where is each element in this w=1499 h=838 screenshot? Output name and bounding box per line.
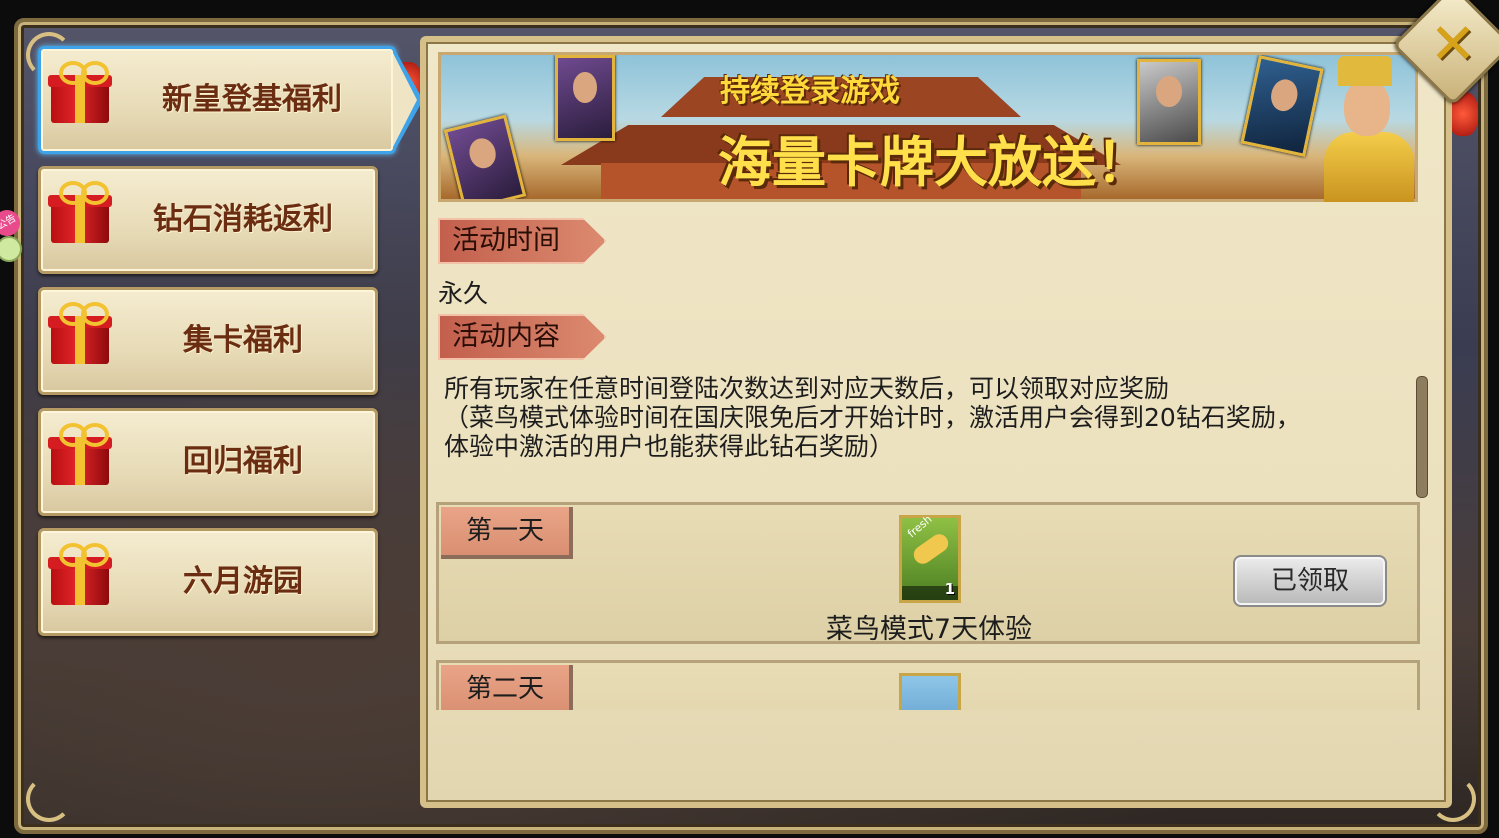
day-label: 第二天 <box>441 665 573 710</box>
hero-card-image <box>1240 55 1324 157</box>
reward-item-icon[interactable] <box>899 673 961 710</box>
item-fresh-badge: fresh <box>905 512 935 541</box>
description-line: 所有玩家在任意时间登陆次数达到对应天数后，可以领取对应奖励 <box>444 374 1170 403</box>
reward-item-name: 菜鸟模式7天体验 <box>825 614 1033 645</box>
rookie-mode-scroll-icon[interactable]: fresh 1 <box>899 512 961 603</box>
tab-diamond-rebate[interactable]: 钻石消耗返利 <box>38 166 378 274</box>
gift-box-icon <box>48 181 112 243</box>
close-icon: ✕ <box>1429 11 1477 77</box>
description-scrollbar[interactable] <box>1416 376 1428 498</box>
description-line: 体验中激活的用户也能获得此钻石奖励） <box>444 432 895 461</box>
banner-title: 海量卡牌大放送！ <box>718 131 1150 194</box>
hero-card-image <box>443 114 527 199</box>
tab-card-collect[interactable]: 集卡福利 <box>38 287 378 395</box>
notice-button[interactable]: 公告 <box>0 205 25 266</box>
description-line: （菜鸟模式体验时间在国庆限免后才开始计时，激活用户会得到20钻石奖励， <box>444 403 1301 432</box>
item-count: 1 <box>944 580 955 598</box>
tab-label: 钻石消耗返利 <box>153 202 333 237</box>
gift-box-icon <box>48 543 112 605</box>
activity-time-label: 活动时间 <box>438 218 606 264</box>
reward-list[interactable]: 第一天 fresh 1 菜鸟模式7天体验 已领取 第二天 <box>436 500 1422 710</box>
tab-new-emperor-welfare[interactable]: 新皇登基福利 <box>38 46 423 154</box>
activity-time-value: 永久 <box>438 279 489 308</box>
frame-corner-ornament <box>26 776 72 822</box>
gift-box-icon <box>48 302 112 364</box>
activity-content-label: 活动内容 <box>438 314 606 360</box>
tab-june-garden[interactable]: 六月游园 <box>38 528 378 636</box>
claimed-button[interactable]: 已领取 <box>1233 555 1387 607</box>
banner-headline: 持续登录游戏 <box>720 74 900 109</box>
notice-ball-icon <box>0 236 22 262</box>
reward-row-day1: 第一天 fresh 1 菜鸟模式7天体验 已领取 <box>436 502 1420 645</box>
hero-card-image <box>555 55 615 141</box>
tab-label: 集卡福利 <box>183 323 303 358</box>
reward-row-day2: 第二天 <box>436 660 1420 710</box>
gift-box-icon <box>48 423 112 485</box>
tab-label: 回归福利 <box>183 444 303 479</box>
active-tab-arrow-inner <box>393 53 417 147</box>
day-label: 第一天 <box>441 507 573 559</box>
gift-box-icon <box>48 61 112 123</box>
emperor-character-image <box>1322 56 1416 202</box>
tab-label: 六月游园 <box>183 564 303 599</box>
notice-tag: 公告 <box>0 205 25 241</box>
activity-description: 所有玩家在任意时间登陆次数达到对应天数后，可以领取对应奖励 （菜鸟模式体验时间在… <box>444 374 1404 461</box>
tab-return-welfare[interactable]: 回归福利 <box>38 408 378 516</box>
tab-label: 新皇登基福利 <box>162 82 342 117</box>
